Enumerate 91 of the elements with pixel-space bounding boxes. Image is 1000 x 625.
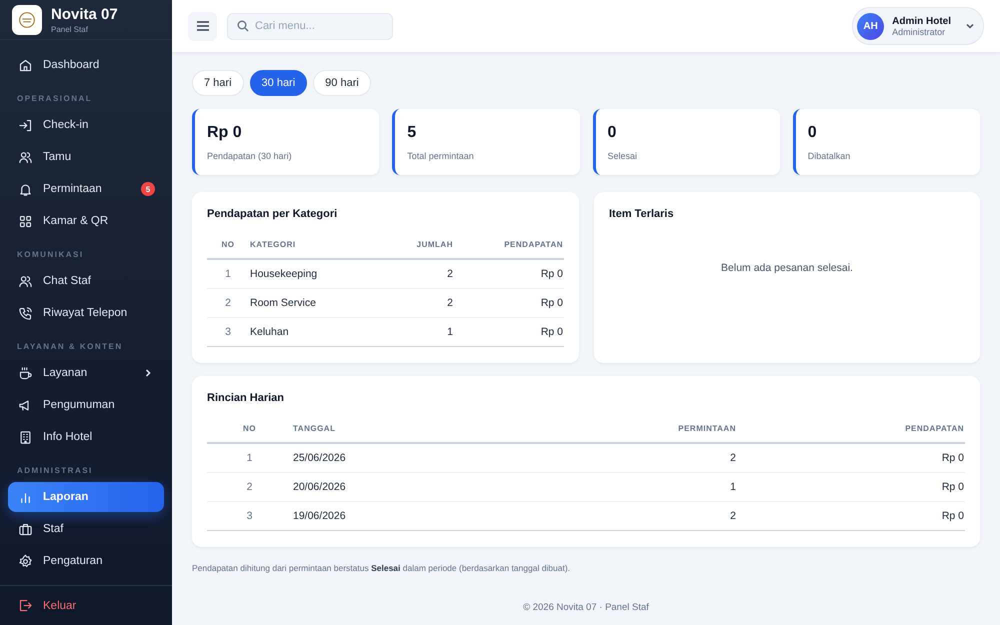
- table-cell: Room Service: [250, 297, 316, 309]
- column-header: PENDAPATAN: [504, 240, 563, 248]
- logo-icon: [12, 4, 42, 34]
- sidebar-item[interactable]: Staf: [0, 513, 172, 545]
- table-cell: 3: [225, 326, 231, 338]
- login-icon: [18, 118, 33, 132]
- table-cell: 2: [730, 510, 736, 522]
- users-icon: [18, 150, 33, 164]
- section-label: LAYANAN & KONTEN: [16, 341, 124, 353]
- stat-label: Dibatalkan: [808, 151, 852, 161]
- briefcase-icon: [18, 522, 33, 536]
- building-icon: [18, 430, 33, 444]
- sidebar-item[interactable]: Check-in: [0, 109, 172, 141]
- table-cell: 1: [225, 268, 231, 280]
- table-cell: Rp 0: [540, 268, 563, 280]
- grid-icon: [18, 214, 33, 228]
- user-menu[interactable]: AH Admin Hotel Administrator: [852, 7, 984, 45]
- column-header: KATEGORI: [250, 240, 296, 248]
- period-tab[interactable]: 90 hari: [313, 70, 371, 96]
- users-icon: [18, 274, 33, 288]
- table-cell: 1: [730, 481, 736, 493]
- home-icon: [18, 58, 33, 72]
- user-role: Administrator: [892, 26, 946, 36]
- stat-label: Total permintaan: [407, 151, 475, 161]
- sidebar-item[interactable]: Info Hotel: [0, 421, 172, 453]
- footer-text: © 2026 Novita 07 · Panel Staf: [522, 602, 650, 615]
- menu-button[interactable]: [188, 12, 217, 40]
- table-cell: 25/06/2026: [293, 452, 346, 464]
- stat-value: 0: [608, 124, 618, 142]
- period-tab[interactable]: 7 hari: [192, 70, 244, 96]
- sidebar-item[interactable]: Tamu: [0, 141, 172, 173]
- sidebar-item[interactable]: Chat Staf: [0, 265, 172, 297]
- table-cell: 19/06/2026: [293, 510, 346, 522]
- brand-title: Novita 07: [51, 6, 118, 22]
- cup-icon: [18, 366, 33, 380]
- column-header: JUMLAH: [416, 240, 453, 248]
- sidebar-item[interactable]: Permintaan 5: [0, 173, 172, 205]
- sidebar-item[interactable]: Pengumuman: [0, 389, 172, 421]
- count-badge: 5: [141, 182, 155, 196]
- chevron-icon: [965, 21, 975, 31]
- menu-icon: [194, 18, 210, 34]
- column-header: TANGGAL: [293, 424, 336, 432]
- sidebar-item[interactable]: Riwayat Telepon: [0, 297, 172, 329]
- sidebar-item[interactable]: Pengaturan: [0, 545, 172, 577]
- stat-label: Pendapatan (30 hari): [207, 151, 293, 161]
- card-title: Pendapatan per Kategori: [207, 208, 338, 220]
- empty-message: Belum ada pesanan selesai.: [720, 262, 854, 274]
- section-label: ADMINISTRASI: [16, 465, 94, 477]
- stat-label: Selesai: [608, 151, 638, 161]
- table-cell: Rp 0: [942, 510, 964, 522]
- table-cell: 2: [225, 297, 231, 309]
- avatar: AH: [857, 12, 884, 40]
- column-header: PERMINTAAN: [678, 424, 736, 432]
- logout-link[interactable]: Keluar: [0, 586, 172, 625]
- card-title: Rincian Harian: [207, 392, 286, 404]
- logout-icon: [18, 598, 33, 613]
- sidebar-item[interactable]: Kamar & QR: [0, 205, 172, 237]
- sidebar-item[interactable]: Layanan: [0, 357, 172, 389]
- bell-icon: [18, 182, 33, 196]
- sidebar-item[interactable]: Laporan: [8, 482, 164, 512]
- table-cell: 2: [447, 297, 453, 309]
- table-cell: Keluhan: [250, 326, 289, 338]
- table-cell: 3: [246, 510, 252, 522]
- table-cell: 2: [246, 481, 252, 493]
- stat-value: 0: [808, 124, 818, 142]
- column-header: NO: [243, 424, 256, 432]
- table-cell: 2: [447, 268, 453, 280]
- section-label: OPERASIONAL: [16, 93, 94, 105]
- sidebar-item[interactable]: Dashboard: [0, 49, 172, 81]
- phone-icon: [18, 306, 33, 320]
- table-cell: Housekeeping: [250, 268, 318, 280]
- table-cell: Rp 0: [942, 481, 964, 493]
- table-cell: Rp 0: [540, 326, 563, 338]
- table-cell: Rp 0: [942, 452, 964, 464]
- user-name: Admin Hotel: [892, 16, 951, 26]
- table-cell: 1: [246, 452, 252, 464]
- search-field[interactable]: Cari menu...: [227, 12, 393, 40]
- table-cell: 2: [730, 452, 736, 464]
- table-cell: Rp 0: [540, 297, 563, 309]
- column-header: NO: [222, 240, 234, 248]
- settings-icon: [18, 554, 33, 568]
- stat-value: Rp 0: [207, 124, 243, 142]
- section-label: KOMUNIKASI: [16, 249, 85, 261]
- brand-subtitle: Panel Staf: [51, 24, 89, 34]
- period-tab[interactable]: 30 hari: [250, 70, 308, 96]
- table-cell: 20/06/2026: [293, 481, 346, 493]
- stat-value: 5: [407, 124, 418, 142]
- column-header: PENDAPATAN: [905, 424, 964, 432]
- table-cell: 1: [447, 326, 453, 338]
- card-title: Item Terlaris: [609, 208, 675, 220]
- footnote: Pendapatan dihitung dari permintaan berstatus Selesai dalam periode (berdasarkan tanggal dibuat).: [192, 563, 572, 573]
